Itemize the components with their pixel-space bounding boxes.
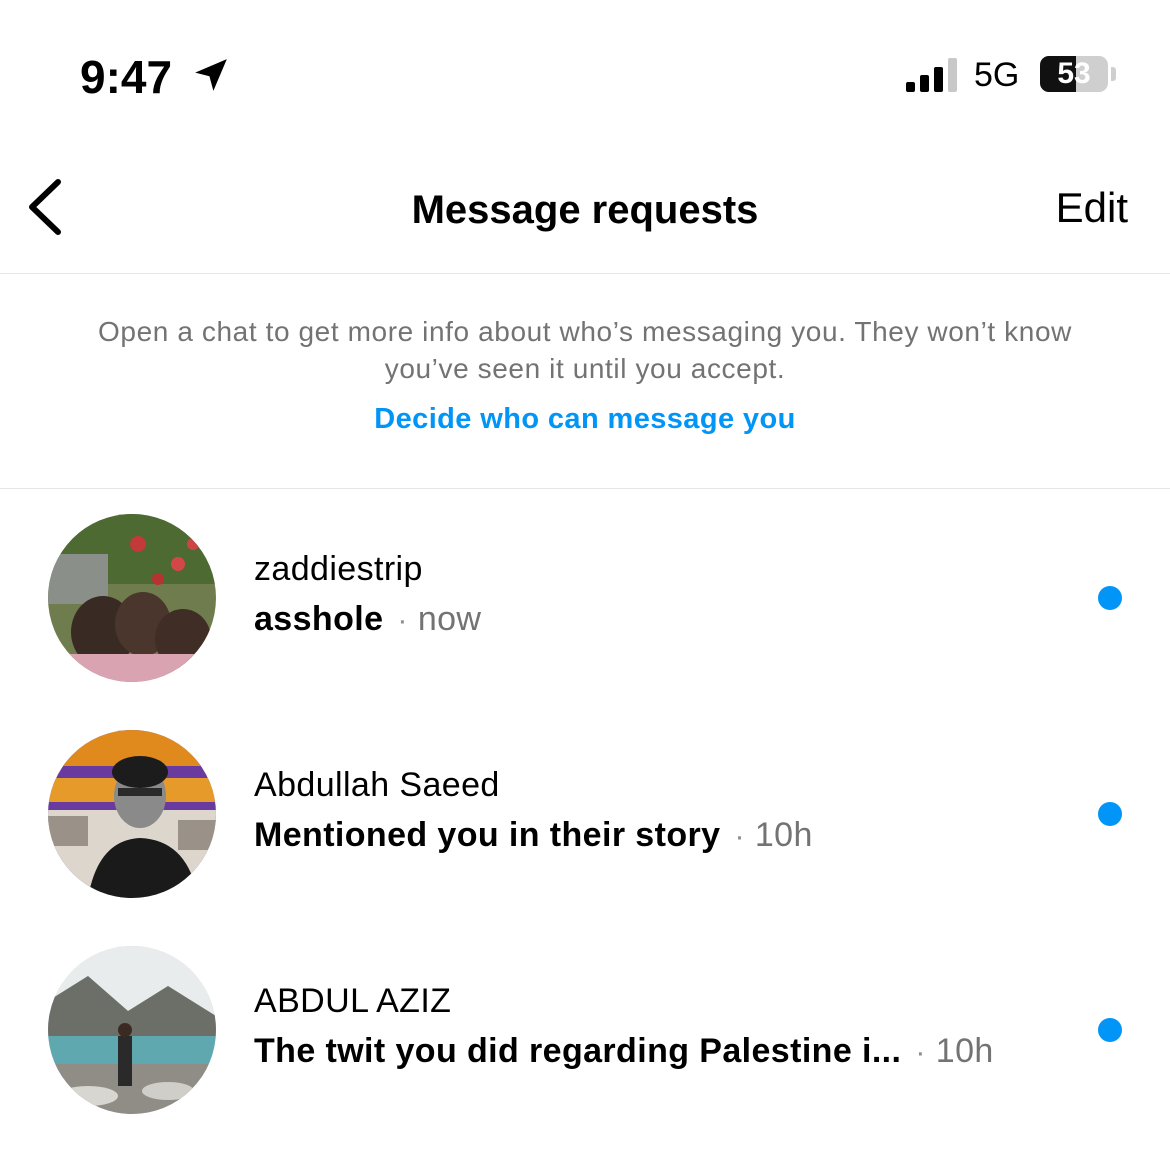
network-type: 5G	[974, 56, 1020, 94]
request-preview: Mentioned you in their story · 10h	[254, 816, 813, 855]
unread-dot	[1098, 1018, 1122, 1042]
preview-message: The twit you did regarding Palestine i..…	[254, 1032, 902, 1070]
avatar[interactable]	[48, 514, 216, 682]
preview-separator: ·	[915, 1036, 926, 1069]
request-row[interactable]: Abdullah Saeed Mentioned you in their st…	[0, 706, 1170, 922]
battery-icon: 53	[1040, 56, 1108, 92]
preview-time: 10h	[754, 816, 813, 854]
status-bar: 9:47 5G 53	[0, 0, 1170, 150]
cellular-signal-icon	[906, 58, 957, 92]
preview-separator: ·	[734, 820, 745, 853]
preview-time: now	[417, 600, 482, 638]
request-username: Abdullah Saeed	[254, 766, 500, 804]
message-requests-screen: 9:47 5G 53 Message requests Edit Open a …	[0, 0, 1170, 1156]
request-username: zaddiestrip	[254, 550, 423, 588]
request-row[interactable]: ABDUL AZIZ The twit you did regarding Pa…	[0, 922, 1170, 1138]
request-row[interactable]: zaddiestrip asshole · now	[0, 490, 1170, 706]
avatar-photo	[48, 946, 216, 1114]
edit-button[interactable]: Edit	[1056, 184, 1128, 232]
avatar-photo	[48, 730, 216, 898]
info-text: Open a chat to get more info about who’s…	[98, 316, 1072, 384]
preview-message: asshole	[254, 600, 384, 638]
message-controls-link[interactable]: Decide who can message you	[0, 403, 1170, 436]
preview-time: 10h	[935, 1032, 994, 1070]
preview-message: Mentioned you in their story	[254, 816, 721, 854]
request-preview: asshole · now	[254, 600, 481, 639]
preview-separator: ·	[397, 604, 408, 637]
avatar[interactable]	[48, 730, 216, 898]
request-preview: The twit you did regarding Palestine i..…	[254, 1032, 994, 1071]
location-arrow-icon	[195, 59, 227, 91]
battery-level: 53	[1057, 57, 1091, 90]
request-username: ABDUL AZIZ	[254, 982, 452, 1020]
battery-tip	[1111, 67, 1116, 81]
page-title: Message requests	[411, 188, 759, 232]
avatar-photo	[48, 514, 216, 682]
clock: 9:47	[80, 51, 173, 103]
requests-info: Open a chat to get more info about who’s…	[0, 275, 1170, 489]
nav-header: Message requests Edit	[0, 150, 1170, 274]
unread-dot	[1098, 586, 1122, 610]
unread-dot	[1098, 802, 1122, 826]
avatar[interactable]	[48, 946, 216, 1114]
